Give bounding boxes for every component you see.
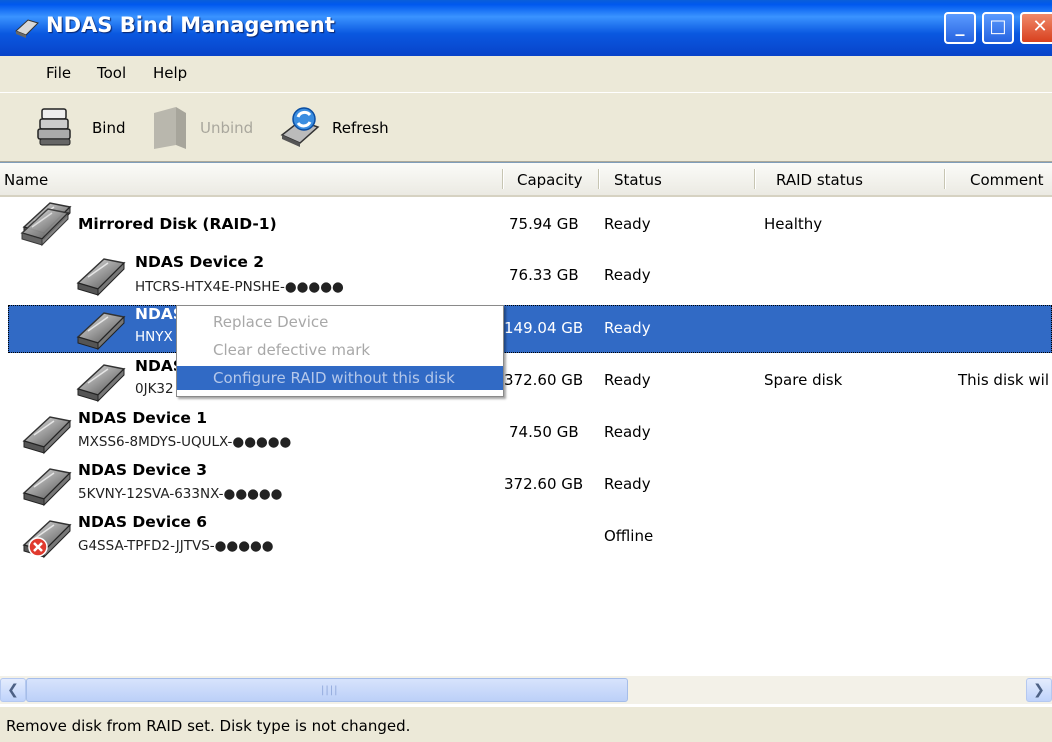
row-status: Ready (604, 475, 651, 493)
menu-tool[interactable]: Tool (97, 64, 126, 82)
scroll-thumb[interactable]: |||| (26, 678, 628, 702)
row-status: Ready (604, 266, 651, 284)
row-id: HTCRS-HTX4E-PNSHE-●●●●● (135, 279, 344, 295)
device-list[interactable]: Name Capacity Status RAID status Comment… (0, 162, 1052, 706)
menu-help[interactable]: Help (153, 64, 187, 82)
row-capacity: 372.60 GB (504, 371, 584, 389)
row-id: MXSS6-8MDYS-UQULX-●●●●● (78, 434, 292, 450)
row-status: Ready (604, 423, 651, 441)
list-header: Name Capacity Status RAID status Comment (0, 163, 1052, 197)
row-capacity: 75.94 GB (509, 215, 579, 233)
context-menu: Replace Device Clear defective mark Conf… (176, 305, 504, 397)
menu-bar: File Tool Help (0, 56, 1052, 92)
row-name[interactable]: NDAS Device 3 (78, 461, 207, 479)
bind-icon (37, 108, 71, 146)
column-name[interactable]: Name (4, 171, 48, 189)
disk-icon (23, 468, 71, 506)
menu-configure-raid-without-disk[interactable]: Configure RAID without this disk (177, 366, 503, 390)
unbind-icon (154, 107, 186, 149)
ndas-title-icon (15, 19, 39, 38)
menu-clear-defective-mark[interactable]: Clear defective mark (177, 338, 503, 362)
scroll-left-button[interactable]: ❮ (0, 678, 26, 702)
close-icon: ✕ (1032, 16, 1048, 37)
unbind-button[interactable]: Unbind (148, 101, 268, 153)
bind-label: Bind (92, 119, 126, 137)
column-separator[interactable] (598, 169, 600, 189)
row-id: G4SSA-TPFD2-JJTVS-●●●●● (78, 538, 274, 554)
row-status: Ready (604, 371, 651, 389)
disk-icon (77, 258, 125, 296)
row-status: Ready (604, 215, 651, 233)
row-status: Ready (604, 319, 651, 337)
horizontal-scrollbar[interactable]: ❮ |||| ❯ (0, 676, 1052, 704)
column-capacity[interactable]: Capacity (517, 171, 583, 189)
column-separator[interactable] (754, 169, 756, 189)
row-raid-status: Spare disk (764, 371, 843, 389)
minimize-button[interactable]: _ (944, 12, 976, 44)
row-capacity: 74.50 GB (509, 423, 579, 441)
disk-icon (21, 208, 69, 246)
row-comment: This disk wil (958, 371, 1049, 389)
row-name[interactable]: NDAS Device 1 (78, 409, 207, 427)
window-title: NDAS Bind Management (46, 13, 335, 37)
refresh-button[interactable]: Refresh (278, 101, 408, 153)
row-capacity: 149.04 GB (504, 319, 584, 337)
column-comment[interactable]: Comment (970, 171, 1044, 189)
column-separator[interactable] (944, 169, 946, 189)
row-id: 5KVNY-12SVA-633NX-●●●●● (78, 486, 283, 502)
close-button[interactable]: ✕ (1020, 12, 1052, 44)
bind-button[interactable]: Bind (36, 101, 136, 153)
chevron-right-icon: ❯ (1033, 682, 1045, 698)
ndas-window: NDAS Bind Management _ □ ✕ File Tool Hel… (0, 0, 1052, 742)
disk-icon (77, 312, 125, 350)
grip-icon: |||| (321, 685, 339, 696)
title-bar[interactable]: NDAS Bind Management _ □ ✕ (0, 0, 1052, 56)
row-status: Offline (604, 527, 654, 545)
offline-disk-icon (23, 520, 71, 558)
maximize-button[interactable]: □ (982, 12, 1014, 44)
row-capacity: 372.60 GB (504, 475, 584, 493)
status-text: Remove disk from RAID set. Disk type is … (6, 717, 411, 735)
refresh-icon (280, 107, 320, 147)
scroll-right-button[interactable]: ❯ (1026, 678, 1052, 702)
toolbar: Bind Unbind Refresh (0, 92, 1052, 162)
status-bar: Remove disk from RAID set. Disk type is … (0, 706, 1052, 742)
disk-icon (23, 416, 71, 454)
chevron-left-icon: ❮ (7, 682, 19, 698)
maximize-icon: □ (989, 16, 1007, 37)
column-separator[interactable] (502, 169, 504, 189)
row-name[interactable]: NDAS Device 6 (78, 513, 207, 531)
column-status[interactable]: Status (614, 171, 662, 189)
menu-replace-device[interactable]: Replace Device (177, 310, 503, 334)
row-id: HNYX (135, 329, 173, 345)
row-name[interactable]: Mirrored Disk (RAID-1) (78, 215, 277, 233)
refresh-label: Refresh (332, 119, 389, 137)
row-raid-status: Healthy (764, 215, 823, 233)
row-capacity: 76.33 GB (509, 266, 579, 284)
unbind-label: Unbind (200, 119, 254, 137)
column-raid-status[interactable]: RAID status (776, 171, 863, 189)
disk-icon (77, 364, 125, 402)
row-id: 0JK32 (135, 381, 174, 397)
row-name[interactable]: NDAS Device 2 (135, 253, 264, 271)
minimize-icon: _ (955, 16, 965, 37)
menu-file[interactable]: File (46, 64, 71, 82)
